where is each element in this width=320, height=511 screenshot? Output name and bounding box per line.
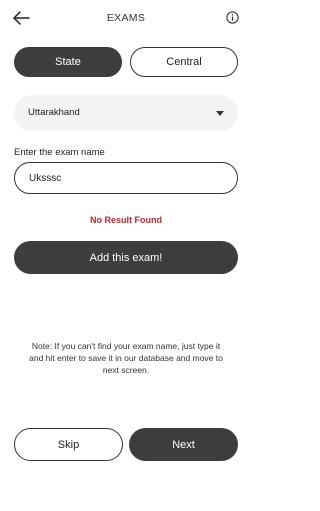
info-icon[interactable] [226,11,239,24]
state-toggle-button[interactable]: State [14,47,122,77]
exams-screen: EXAMS State Central Uttarakhand Enter th… [0,0,252,511]
note-text: Note: If you can't find your exam name, … [29,341,223,375]
next-button[interactable]: Next [129,428,238,461]
dropdown-selected-value: Uttarakhand [28,107,80,118]
no-result-message: No Result Found [90,215,162,225]
caret-down-icon [216,111,224,116]
exam-name-label: Enter the exam name [14,147,105,158]
state-dropdown[interactable]: Uttarakhand [14,95,238,131]
app-header: EXAMS [0,0,252,38]
skip-button[interactable]: Skip [14,428,123,461]
page-title: EXAMS [106,12,146,24]
exam-name-input[interactable] [14,162,238,194]
central-toggle-button[interactable]: Central [130,47,238,77]
add-exam-button[interactable]: Add this exam! [14,241,238,274]
